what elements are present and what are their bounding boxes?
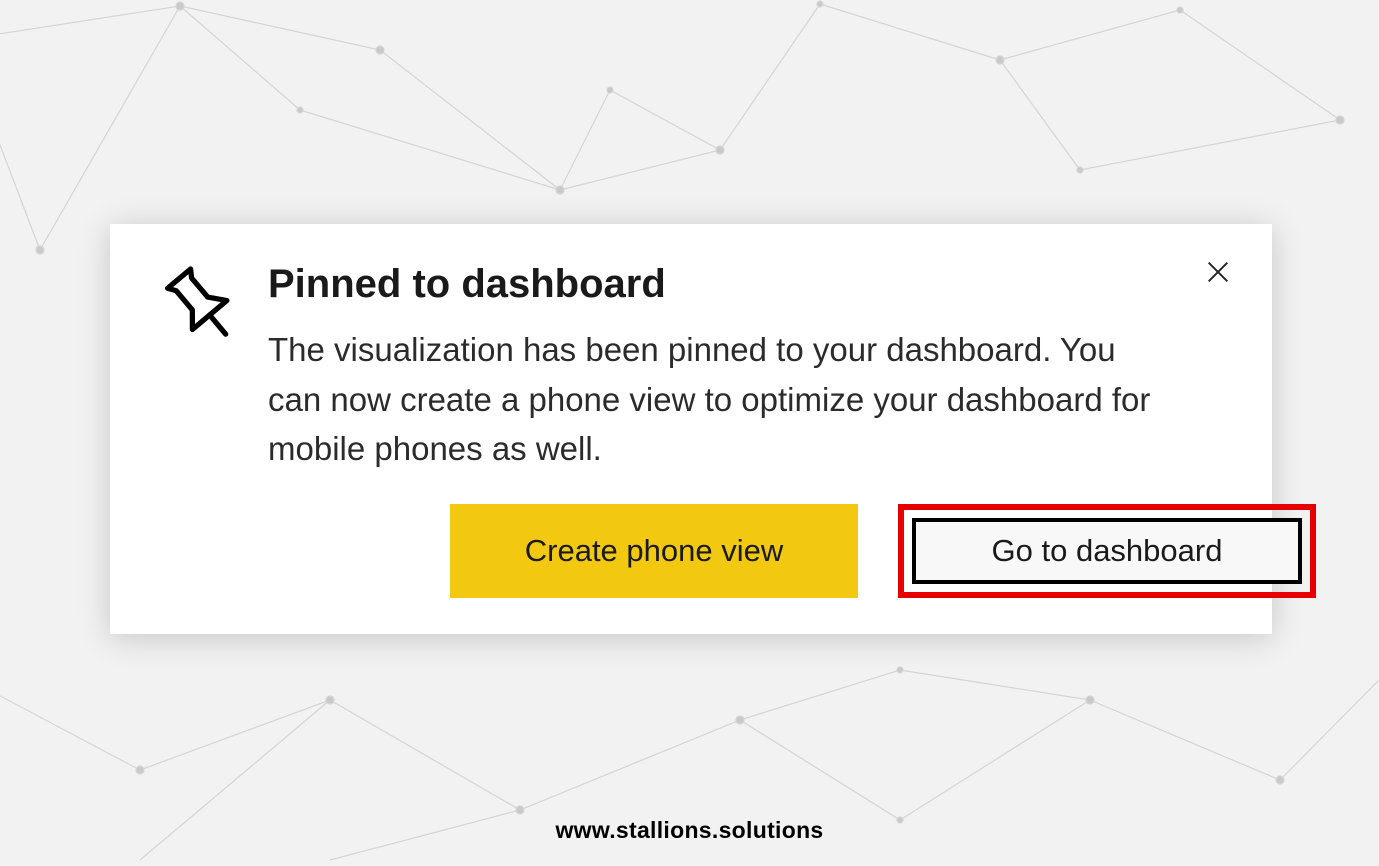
go-to-dashboard-highlight: Go to dashboard (898, 504, 1316, 598)
dialog-text: Pinned to dashboard The visualization ha… (250, 254, 1232, 474)
pinned-dialog: Pinned to dashboard The visualization ha… (110, 224, 1272, 634)
dialog-buttons: Create phone view Go to dashboard (450, 504, 1316, 598)
go-to-dashboard-button[interactable]: Go to dashboard (912, 518, 1302, 584)
dialog-title: Pinned to dashboard (268, 262, 1172, 307)
close-icon (1204, 258, 1232, 286)
create-phone-view-button[interactable]: Create phone view (450, 504, 858, 598)
dialog-content: Pinned to dashboard The visualization ha… (150, 254, 1232, 474)
dialog-body: The visualization has been pinned to you… (268, 325, 1172, 474)
watermark-text: www.stallions.solutions (555, 817, 823, 844)
pin-icon (160, 266, 250, 361)
close-button[interactable] (1198, 252, 1238, 292)
